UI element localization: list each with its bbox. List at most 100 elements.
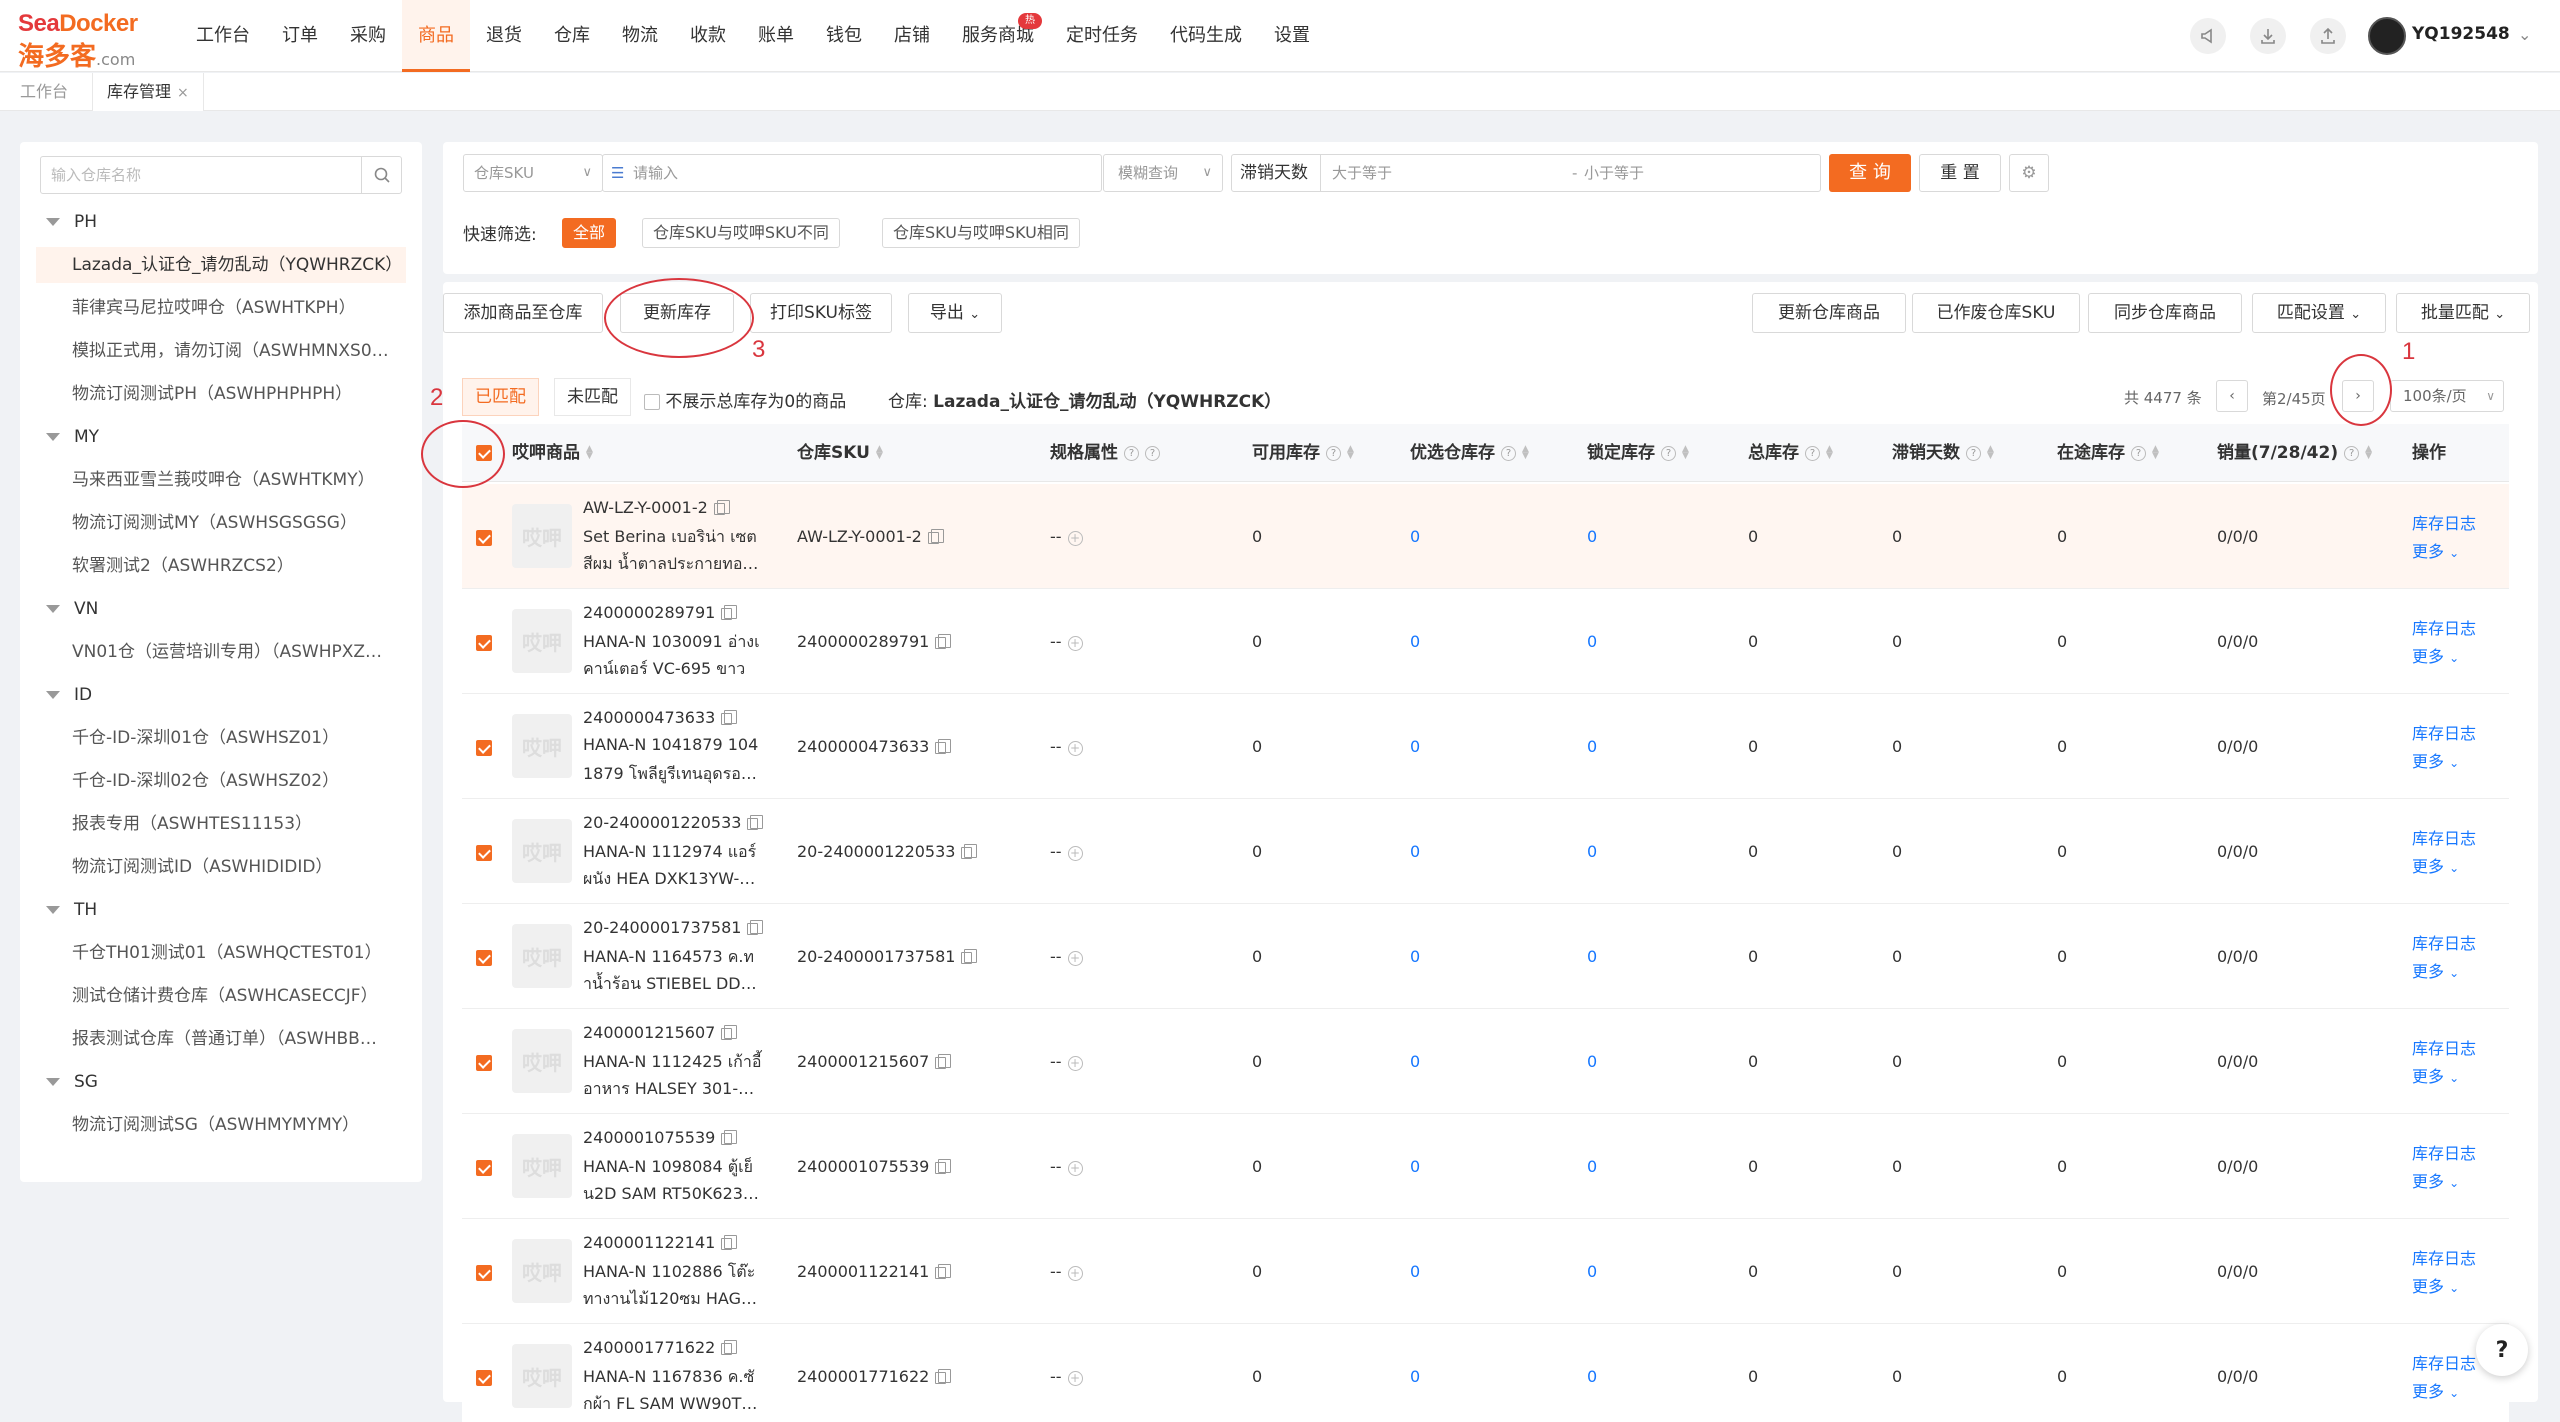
row-checkbox-box[interactable] <box>476 1369 492 1386</box>
copy-icon[interactable] <box>721 709 738 725</box>
add-spec-icon[interactable]: + <box>1067 1161 1083 1176</box>
nav-workbench[interactable]: 工作台 <box>180 0 266 72</box>
quick-filter-sku-same[interactable]: 仓库SKU与哎呷SKU相同 <box>882 218 1080 248</box>
sku-type-select[interactable]: 仓库SKU ∨ <box>463 154 603 192</box>
tree-item-warehouse[interactable]: 物流订阅测试SG（ASWHMYMYMY） <box>36 1107 406 1143</box>
caret-down-icon[interactable] <box>46 691 60 699</box>
sort-icon[interactable]: ▲ ▼ <box>1826 445 1836 461</box>
tree-item-warehouse[interactable]: 千仓TH01测试01（ASWHQCTEST01） <box>36 935 406 971</box>
nav-code-generation[interactable]: 代码生成 <box>1154 0 1258 72</box>
announcement-icon[interactable] <box>2190 18 2226 54</box>
sort-icon[interactable]: ▲ ▼ <box>1347 445 1357 461</box>
tree-group-ph[interactable]: PH <box>46 212 97 232</box>
download-icon[interactable] <box>2250 18 2286 54</box>
nav-wallet[interactable]: 钱包 <box>810 0 878 72</box>
export-button[interactable]: 导出 ⌄ <box>908 293 1002 333</box>
sync-warehouse-products-button[interactable]: 同步仓库商品 <box>2088 293 2242 333</box>
copy-icon[interactable] <box>721 1129 738 1145</box>
row-checkbox-box[interactable] <box>476 1054 492 1071</box>
user-name[interactable]: YQ192548 <box>2412 24 2510 44</box>
add-spec-icon[interactable]: + <box>1067 846 1083 861</box>
col-sales[interactable]: 销量(7/28/42)? ▲ ▼ <box>2217 424 2375 482</box>
row-checkbox[interactable] <box>476 737 492 756</box>
tree-item-warehouse[interactable]: 马来西亚雪兰莪哎呷仓（ASWHTKMY） <box>36 462 406 498</box>
locked-stock[interactable]: 0 <box>1587 527 1597 546</box>
gear-icon[interactable]: ⚙ <box>2009 154 2049 192</box>
query-button[interactable]: 查 询 <box>1829 154 1911 192</box>
copy-icon[interactable] <box>961 948 978 964</box>
tree-item-warehouse[interactable]: 菲律宾马尼拉哎呷仓（ASWHTKPH） <box>36 290 406 326</box>
row-checkbox[interactable] <box>476 842 492 861</box>
help-icon[interactable]: ? <box>2344 445 2360 461</box>
row-checkbox-box[interactable] <box>476 739 492 756</box>
preferred-stock[interactable]: 0 <box>1410 737 1420 756</box>
preferred-stock[interactable]: 0 <box>1410 1367 1420 1386</box>
preferred-stock[interactable]: 0 <box>1410 527 1420 546</box>
sort-icon[interactable]: ▲ ▼ <box>1682 445 1692 461</box>
locked-stock[interactable]: 0 <box>1587 1262 1597 1281</box>
hide-zero-checkbox[interactable] <box>644 394 660 410</box>
more-actions-link[interactable]: 更多 ⌄ <box>2412 958 2459 982</box>
copy-icon[interactable] <box>713 499 730 515</box>
tree-group-vn[interactable]: VN <box>46 599 98 619</box>
col-available-stock[interactable]: 可用库存? ▲ ▼ <box>1252 424 1357 482</box>
preferred-stock[interactable]: 0 <box>1410 1052 1420 1071</box>
nav-purchase[interactable]: 采购 <box>334 0 402 72</box>
row-checkbox[interactable] <box>476 632 492 651</box>
page-size-select[interactable]: 100条/页 ∨ <box>2390 380 2504 412</box>
copy-icon[interactable] <box>721 1339 738 1355</box>
copy-icon[interactable] <box>721 1024 738 1040</box>
more-actions-link[interactable]: 更多 ⌄ <box>2412 1063 2459 1087</box>
stock-log-link[interactable]: 库存日志 <box>2412 720 2476 744</box>
nav-settings[interactable]: 设置 <box>1258 0 1326 72</box>
tree-item-warehouse[interactable]: 物流订阅测试PH（ASWHPHPHPH） <box>36 376 406 412</box>
add-spec-icon[interactable]: + <box>1067 1056 1083 1071</box>
stock-log-link[interactable]: 库存日志 <box>2412 1245 2476 1269</box>
col-total-stock[interactable]: 总库存? ▲ ▼ <box>1748 424 1836 482</box>
tree-item-warehouse[interactable]: 报表专用（ASWHTES11153） <box>36 806 406 842</box>
nav-logistics[interactable]: 物流 <box>606 0 674 72</box>
row-checkbox[interactable] <box>476 1367 492 1386</box>
help-icon[interactable]: ? <box>1326 445 1341 461</box>
quick-filter-all[interactable]: 全部 <box>562 218 617 248</box>
warehouse-search-input[interactable] <box>41 157 361 193</box>
locked-stock[interactable]: 0 <box>1587 947 1597 966</box>
copy-icon[interactable] <box>721 1234 738 1250</box>
quick-filter-sku-different[interactable]: 仓库SKU与哎呷SKU不同 <box>642 218 840 248</box>
row-checkbox[interactable] <box>476 1262 492 1281</box>
copy-icon[interactable] <box>747 919 764 935</box>
seadocker-logo[interactable]: SeaDocker 海多客.com <box>18 10 158 72</box>
nav-scheduled-tasks[interactable]: 定时任务 <box>1050 0 1154 72</box>
locked-stock[interactable]: 0 <box>1587 737 1597 756</box>
help-icon[interactable]: ? <box>1805 445 1820 461</box>
hide-zero-stock-toggle[interactable]: 不展示总库存为0的商品 <box>644 387 846 412</box>
tab-inventory-management[interactable]: 库存管理 × <box>92 73 204 111</box>
tree-item-warehouse[interactable]: 千仓-ID-深圳02仓（ASWHSZ02） <box>36 763 406 799</box>
copy-icon[interactable] <box>935 633 952 649</box>
user-avatar[interactable] <box>2368 17 2406 55</box>
tab-unmatched[interactable]: 未匹配 <box>554 378 631 416</box>
more-actions-link[interactable]: 更多 ⌄ <box>2412 1378 2459 1402</box>
close-icon[interactable]: × <box>177 85 189 101</box>
preferred-stock[interactable]: 0 <box>1410 1157 1420 1176</box>
add-product-to-warehouse-button[interactable]: 添加商品至仓库 <box>443 293 603 333</box>
copy-icon[interactable] <box>961 843 978 859</box>
row-checkbox[interactable] <box>476 1052 492 1071</box>
more-actions-link[interactable]: 更多 ⌄ <box>2412 748 2459 772</box>
col-locked-stock[interactable]: 锁定库存? ▲ ▼ <box>1587 424 1692 482</box>
copy-icon[interactable] <box>935 1368 952 1384</box>
copy-icon[interactable] <box>935 1263 952 1279</box>
col-in-transit[interactable]: 在途库存? ▲ ▼ <box>2057 424 2162 482</box>
row-checkbox-box[interactable] <box>476 949 492 966</box>
stock-log-link[interactable]: 库存日志 <box>2412 825 2476 849</box>
add-spec-icon[interactable]: + <box>1067 636 1083 651</box>
search-icon[interactable] <box>361 157 401 193</box>
match-settings-button[interactable]: 匹配设置 ⌄ <box>2252 293 2386 333</box>
tree-item-warehouse[interactable]: 千仓-ID-深圳01仓（ASWHSZ01） <box>36 720 406 756</box>
stock-log-link[interactable]: 库存日志 <box>2412 1350 2476 1374</box>
tree-item-warehouse[interactable]: VN01仓（运营培训专用）（ASWHPXZ… <box>36 634 406 670</box>
sort-icon[interactable]: ▲ ▼ <box>1522 445 1532 461</box>
nav-shops[interactable]: 店铺 <box>878 0 946 72</box>
preferred-stock[interactable]: 0 <box>1410 632 1420 651</box>
tree-group-sg[interactable]: SG <box>46 1072 98 1092</box>
